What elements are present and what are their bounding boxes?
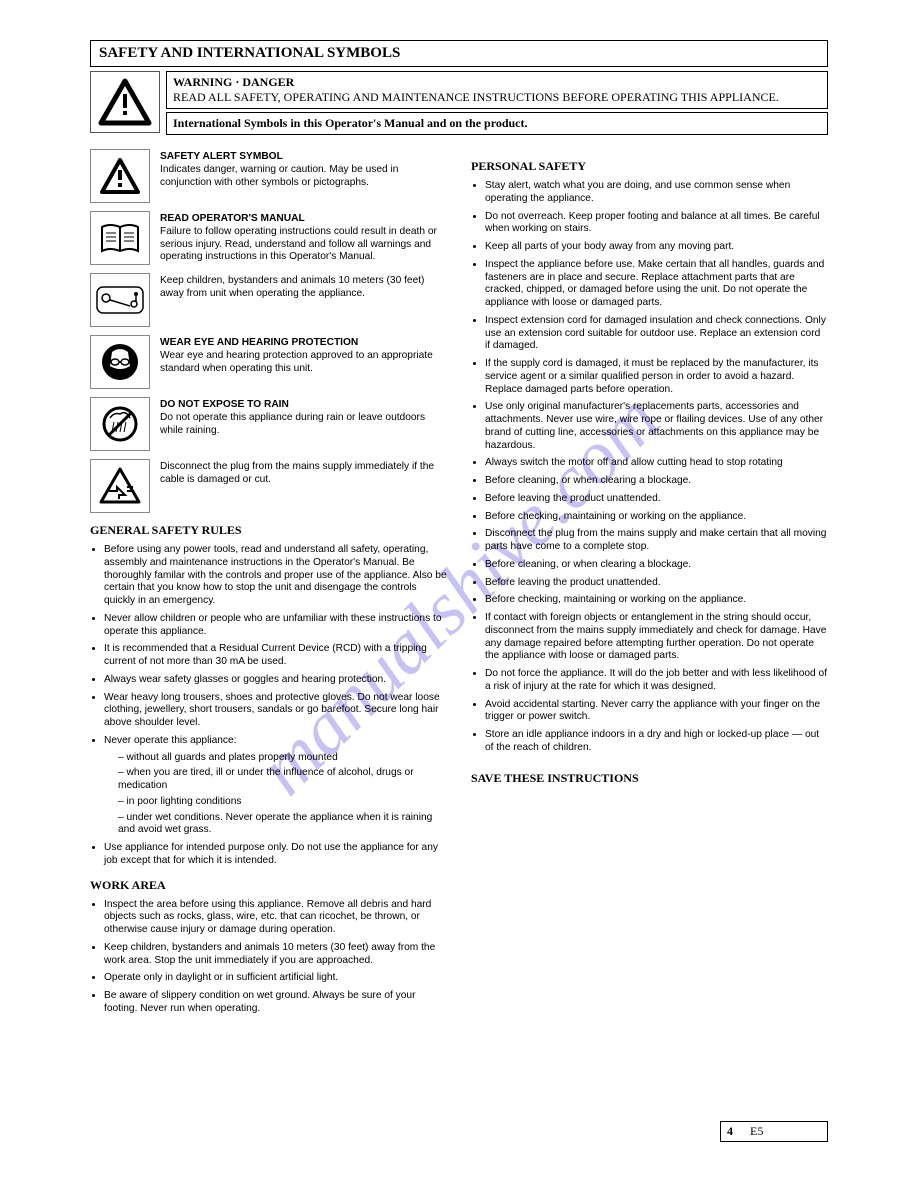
- symbol-text: READ OPERATOR'S MANUALFailure to follow …: [160, 211, 447, 265]
- symbol-text: Disconnect the plug from the mains suppl…: [160, 459, 447, 513]
- general-rules-heading: GENERAL SAFETY RULES: [90, 523, 447, 538]
- header-row: WARNING · DANGER READ ALL SAFETY, OPERAT…: [90, 71, 828, 135]
- symbol-row: READ OPERATOR'S MANUALFailure to follow …: [90, 211, 447, 265]
- list-item: Use only original manufacturer's replace…: [485, 401, 828, 452]
- work-area-heading: WORK AREA: [90, 878, 447, 893]
- list-item: Never allow children or people who are u…: [104, 613, 447, 639]
- sym_bystander-icon: [90, 273, 150, 327]
- warning-triangle-icon: [90, 71, 160, 133]
- page-number: E5: [750, 1124, 763, 1138]
- list-item: Do not overreach. Keep proper footing an…: [485, 211, 828, 237]
- list-item: Always wear safety glasses or goggles an…: [104, 674, 447, 687]
- list-item: Keep all parts of your body away from an…: [485, 241, 828, 254]
- warning-text: READ ALL SAFETY, OPERATING AND MAINTENAN…: [173, 90, 779, 104]
- list-item: Before leaving the product unattended.: [485, 577, 828, 590]
- list-item: Keep children, bystanders and animals 10…: [104, 942, 447, 968]
- list-sub-item: without all guards and plates properly m…: [118, 752, 447, 765]
- list-item: Before leaving the product unattended.: [485, 493, 828, 506]
- sym_goggles-icon: [90, 335, 150, 389]
- symbol-text: SAFETY ALERT SYMBOLIndicates danger, war…: [160, 149, 447, 203]
- left-column: SAFETY ALERT SYMBOLIndicates danger, war…: [90, 149, 447, 1021]
- sym_rain-icon: [90, 397, 150, 451]
- list-item: Wear heavy long trousers, shoes and prot…: [104, 692, 447, 730]
- sym_manual-icon: [90, 211, 150, 265]
- list-item: Always switch the motor off and allow cu…: [485, 457, 828, 470]
- list-item: If the supply cord is damaged, it must b…: [485, 358, 828, 396]
- list-item: It is recommended that a Residual Curren…: [104, 643, 447, 669]
- symbol-text: WEAR EYE AND HEARING PROTECTIONWear eye …: [160, 335, 447, 389]
- symbol-row: Keep children, bystanders and animals 10…: [90, 273, 447, 327]
- list-item: Be aware of slippery condition on wet gr…: [104, 990, 447, 1016]
- list-item: Disconnect the plug from the mains suppl…: [485, 528, 828, 554]
- sym_plug-icon: [90, 459, 150, 513]
- list-item: Never operate this appliance:without all…: [104, 735, 447, 837]
- list-item: Use appliance for intended purpose only.…: [104, 842, 447, 868]
- list-item: Avoid accidental starting. Never carry t…: [485, 699, 828, 725]
- list-item: Inspect the area before using this appli…: [104, 899, 447, 937]
- page-section: 4: [727, 1124, 733, 1138]
- list-item: Store an idle appliance indoors in a dry…: [485, 729, 828, 755]
- list-sub-item: in poor lighting conditions: [118, 796, 447, 809]
- symbol-row: DO NOT EXPOSE TO RAINDo not operate this…: [90, 397, 447, 451]
- header-sub-box: International Symbols in this Operator's…: [166, 112, 828, 135]
- list-item: Stay alert, watch what you are doing, an…: [485, 180, 828, 206]
- list-item: Operate only in daylight or in sufficien…: [104, 972, 447, 985]
- list-item: If contact with foreign objects or entan…: [485, 612, 828, 663]
- page-number-box: 4 E5: [720, 1121, 828, 1142]
- list-item: Do not force the appliance. It will do t…: [485, 668, 828, 694]
- list-item: Before cleaning, or when clearing a bloc…: [485, 475, 828, 488]
- header-warning-box: WARNING · DANGER READ ALL SAFETY, OPERAT…: [166, 71, 828, 109]
- list-item: Before cleaning, or when clearing a bloc…: [485, 559, 828, 572]
- list-item: Inspect extension cord for damaged insul…: [485, 315, 828, 353]
- right-column: PERSONAL SAFETY Stay alert, watch what y…: [471, 149, 828, 1021]
- symbol-text: DO NOT EXPOSE TO RAINDo not operate this…: [160, 397, 447, 451]
- symbol-row: SAFETY ALERT SYMBOLIndicates danger, war…: [90, 149, 447, 203]
- personal-heading: PERSONAL SAFETY: [471, 159, 828, 174]
- list-item: Inspect the appliance before use. Make c…: [485, 259, 828, 310]
- list-item: Before checking, maintaining or working …: [485, 511, 828, 524]
- title-box: SAFETY AND INTERNATIONAL SYMBOLS: [90, 40, 828, 67]
- symbol-text: Keep children, bystanders and animals 10…: [160, 273, 447, 327]
- list-item: Before checking, maintaining or working …: [485, 594, 828, 607]
- list-sub-item: when you are tired, ill or under the inf…: [118, 767, 447, 793]
- symbol-row: WEAR EYE AND HEARING PROTECTIONWear eye …: [90, 335, 447, 389]
- list-item: Before using any power tools, read and u…: [104, 544, 447, 608]
- save-note: SAVE THESE INSTRUCTIONS: [471, 771, 828, 786]
- symbol-row: Disconnect the plug from the mains suppl…: [90, 459, 447, 513]
- sym_attention-icon: [90, 149, 150, 203]
- list-sub-item: under wet conditions. Never operate the …: [118, 812, 447, 838]
- warning-label: WARNING · DANGER: [173, 75, 294, 89]
